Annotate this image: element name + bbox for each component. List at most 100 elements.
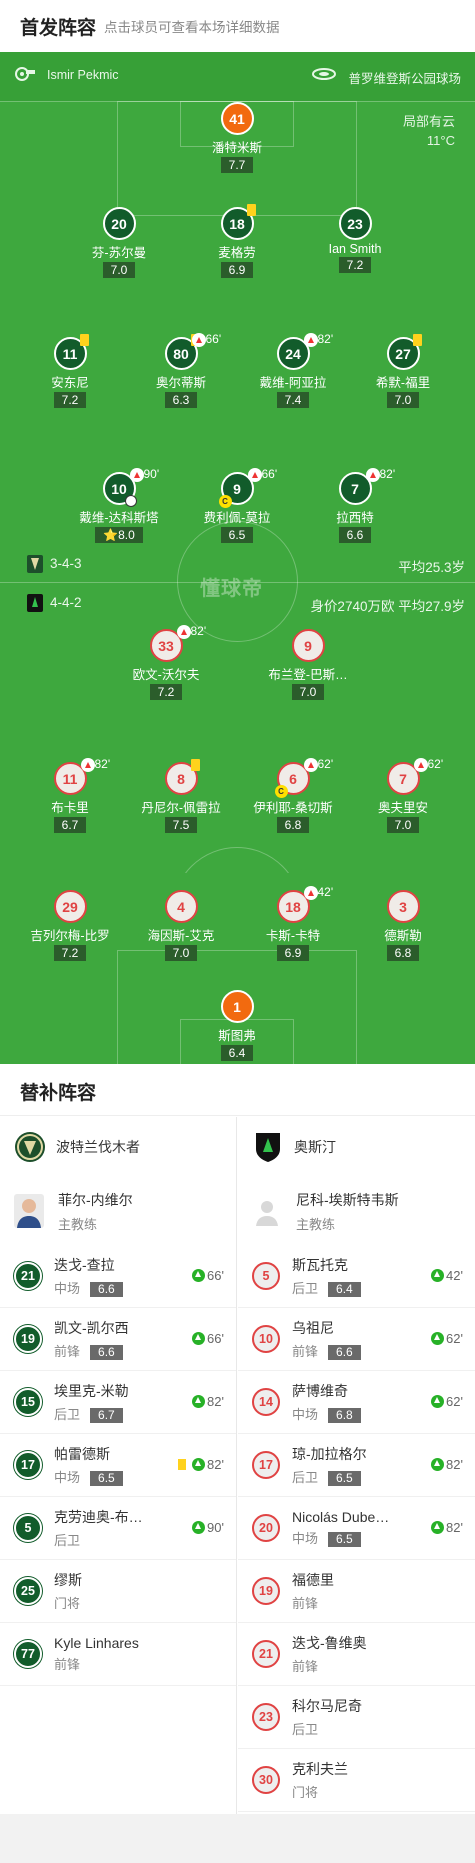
bench-player-position-line: 中场 6.8 <box>292 1404 410 1423</box>
sub-in-indicator: 62' <box>431 1331 463 1346</box>
away-player[interactable]: 8 丹尼尔-佩雷拉 7.5 <box>116 759 246 834</box>
bench-player-row[interactable]: 5 斯瓦托克 后卫 6.4 42' <box>238 1245 475 1308</box>
player-rating: 6.8 <box>276 817 310 833</box>
away-player[interactable]: 33 82' 欧文-沃尔夫 7.2 <box>101 624 231 701</box>
home-player[interactable]: 7 82' 拉西特 6.6 <box>290 467 420 544</box>
home-player[interactable]: 41 潘特米斯 7.7 <box>172 102 302 174</box>
sub-minute: 66' <box>205 332 222 346</box>
bench-player-position-line: 中场 6.6 <box>54 1278 172 1297</box>
bench-player-name: 迭戈-鲁维奥 <box>292 1635 367 1651</box>
bench-player-row[interactable]: 14 萨博维奇 中场 6.8 62' <box>238 1371 475 1434</box>
player-rating: 6.9 <box>276 945 310 961</box>
bench-player-name: 迭戈-查拉 <box>54 1257 115 1273</box>
player-number: 23 <box>347 215 363 232</box>
sub-in-icon <box>192 1269 206 1282</box>
away-player[interactable]: 1 斯图弗 6.4 <box>172 990 302 1062</box>
bench-player-row[interactable]: 30 克利夫兰 门将 <box>238 1749 475 1812</box>
bench-player-row[interactable]: 17 帕雷德斯 中场 6.5 82' <box>0 1434 236 1497</box>
home-player[interactable]: 10 90' 戴维-达科斯塔 ⭐8.0 <box>54 467 184 544</box>
sub-in-minute: 82' <box>446 1520 463 1535</box>
player-number-badge: 20 <box>102 207 136 240</box>
substituted-off-icon <box>303 886 318 900</box>
player-number-badge: 29 <box>53 890 87 923</box>
away-player[interactable]: 3 德斯勒 6.8 <box>338 890 468 962</box>
bench-player-name: 科尔马尼奇 <box>292 1698 362 1714</box>
bench-player-row[interactable]: 77 Kyle Linhares 前锋 <box>0 1623 236 1686</box>
captain-badge: C <box>274 785 288 798</box>
bench-player-position: 后卫 <box>54 1533 81 1548</box>
bench-player-rating: 6.7 <box>90 1408 123 1423</box>
bench-player-name: 克利夫兰 <box>292 1761 348 1777</box>
bench-player-row[interactable]: 25 缪斯 门将 <box>0 1560 236 1623</box>
bench-player-name: 萨博维奇 <box>292 1383 348 1399</box>
rating-value: 7.0 <box>172 946 190 960</box>
bench-player-position-line: 前锋 6.6 <box>292 1341 410 1360</box>
bench-player-position: 门将 <box>292 1785 319 1800</box>
sub-minute: 82' <box>94 757 111 771</box>
player-name: 奥尔蒂斯 <box>155 376 206 390</box>
rating-value: 6.9 <box>228 263 246 277</box>
bench-player-row[interactable]: 21 迭戈-鲁维奥 前锋 <box>238 1623 475 1686</box>
rating-value: 7.2 <box>61 946 79 960</box>
bench-player-position: 中场 <box>292 1531 319 1546</box>
player-number-badge: 9 <box>291 629 325 662</box>
player-number-badge: 8 <box>164 759 200 795</box>
away-player[interactable]: 7 62' 奥夫里安 7.0 <box>338 757 468 834</box>
away-coach-row[interactable]: 尼科-埃斯特韦斯 主教练 <box>238 1177 475 1245</box>
player-name: 希默-福里 <box>375 376 431 390</box>
player-number-badge: 33 82' <box>149 624 206 662</box>
home-player[interactable]: 20 芬-苏尔曼 7.0 <box>54 207 184 279</box>
home-player[interactable]: 27 希默-福里 7.0 <box>338 334 468 409</box>
bench-player-row[interactable]: 5 克劳迪奥-布… 后卫 90' <box>0 1497 236 1560</box>
rating-value: 7.0 <box>110 263 128 277</box>
home-player[interactable]: 18 麦格劳 6.9 <box>172 204 302 279</box>
bench-number-badge: 23 <box>252 1703 280 1731</box>
substituted-off-icon <box>191 333 206 347</box>
bench-player-row[interactable]: 20 Nicolás Dube… 中场 6.5 82' <box>238 1497 475 1560</box>
away-team-row[interactable]: 奥斯汀 <box>238 1117 475 1177</box>
player-rating: 7.2 <box>338 257 372 273</box>
player-rating: 7.2 <box>53 392 87 408</box>
bench-number-badge: 5 <box>14 1514 42 1542</box>
sub-in-icon <box>192 1332 206 1345</box>
coach-placeholder-icon <box>256 1201 278 1226</box>
player-number: 7 <box>399 770 407 787</box>
yellow-card-icon <box>412 334 422 346</box>
substituted-off-icon <box>80 758 95 772</box>
player-number: 4 <box>177 898 185 915</box>
bench-player-row[interactable]: 17 琼-加拉格尔 后卫 6.5 82' <box>238 1434 475 1497</box>
bench-player-rating: 6.5 <box>328 1471 361 1486</box>
bench-player-row[interactable]: 19 福德里 前锋 <box>238 1560 475 1623</box>
bench-player-position-line: 中场 6.5 <box>54 1467 172 1486</box>
bench-player-position-line: 后卫 <box>292 1719 410 1738</box>
bench-player-row[interactable]: 10 乌祖尼 前锋 6.6 62' <box>238 1308 475 1371</box>
bench-player-row[interactable]: 23 科尔马尼奇后卫 <box>238 1686 475 1749</box>
bench-player-position: 前锋 <box>292 1596 319 1611</box>
home-player[interactable]: 80 66' 奥尔蒂斯 6.3 <box>116 332 246 409</box>
home-player[interactable]: 9 66' C 费利佩-莫拉 6.5 <box>172 467 302 544</box>
bench-player-row[interactable]: 15 埃里克-米勒 后卫 6.7 82' <box>0 1371 236 1434</box>
bench-player-row[interactable]: 19 凯文-凯尔西 前锋 6.6 66' <box>0 1308 236 1371</box>
player-name: 布兰登-巴斯… <box>268 668 348 682</box>
away-player[interactable]: 9 布兰登-巴斯… 7.0 <box>243 629 373 701</box>
player-number-badge: 7 62' <box>386 757 443 795</box>
away-player[interactable]: 4 海因斯-艾克 7.0 <box>116 890 246 962</box>
player-number: 33 <box>158 637 174 654</box>
home-coach-row[interactable]: 菲尔-内维尔 主教练 <box>0 1177 236 1245</box>
bench-number-badge: 19 <box>14 1325 42 1353</box>
home-player[interactable]: 23 Ian Smith 7.2 <box>290 207 420 274</box>
home-team-row[interactable]: 波特兰伐木者 <box>0 1117 236 1177</box>
weather-text: 局部有云 <box>402 114 455 129</box>
bench-player-name: 凯文-凯尔西 <box>54 1320 129 1336</box>
bench-player-position-line: 前锋 <box>292 1656 410 1675</box>
bench-number-badge: 25 <box>14 1577 42 1605</box>
away-team-small-icon <box>27 594 43 612</box>
bench-player-position-line: 前锋 <box>54 1654 172 1673</box>
rating-value: 6.3 <box>172 393 190 407</box>
player-number: 20 <box>111 215 127 232</box>
player-name: 芬-苏尔曼 <box>91 246 147 260</box>
sub-in-indicator: 62' <box>431 1394 463 1409</box>
bench-player-row[interactable]: 21 迭戈-查拉 中场 6.6 66' <box>0 1245 236 1308</box>
player-name: 戴维-达科斯塔 <box>79 511 159 525</box>
player-rating: 6.7 <box>53 817 87 833</box>
